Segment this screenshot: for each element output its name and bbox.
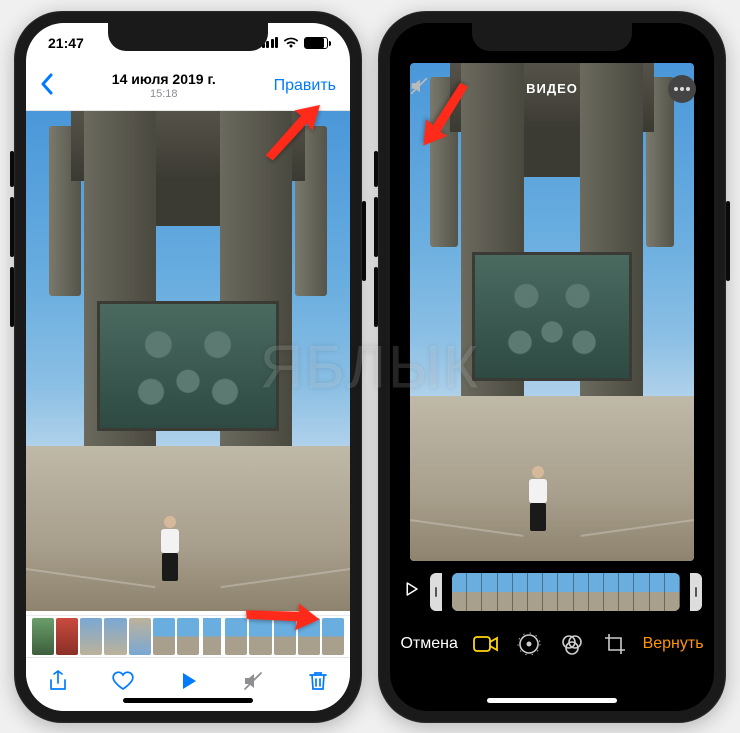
tool-filters[interactable] — [557, 629, 587, 659]
timeline-frame[interactable] — [558, 573, 573, 611]
play-icon — [176, 669, 200, 693]
nav-bar: 14 июля 2019 г. 15:18 Править — [26, 63, 350, 111]
play-button[interactable] — [175, 668, 201, 694]
trash-icon — [306, 669, 330, 693]
video-timeline[interactable] — [390, 571, 714, 613]
thumbnail[interactable] — [153, 618, 175, 655]
crop-icon — [603, 632, 627, 656]
play-icon — [402, 580, 420, 598]
tool-adjust[interactable] — [514, 629, 544, 659]
timeline-frame[interactable] — [467, 573, 482, 611]
notch — [472, 23, 632, 51]
delete-button[interactable] — [305, 668, 331, 694]
thumbnail[interactable] — [249, 618, 271, 655]
nav-title: 14 июля 2019 г. 15:18 — [112, 71, 216, 101]
back-button[interactable] — [40, 71, 54, 102]
thumbnail[interactable] — [32, 618, 54, 655]
trim-end-handle[interactable] — [690, 573, 702, 611]
timeline-frame[interactable] — [543, 573, 558, 611]
nav-date: 14 июля 2019 г. — [112, 71, 216, 88]
timeline-frame[interactable] — [604, 573, 619, 611]
video-preview[interactable] — [26, 111, 350, 611]
thumbnail[interactable] — [80, 618, 102, 655]
nav-subtime: 15:18 — [112, 88, 216, 101]
battery-icon — [304, 37, 328, 49]
timeline-frame[interactable] — [482, 573, 497, 611]
more-button[interactable] — [668, 75, 696, 103]
editor-toolbar: Отмена Вернуть — [390, 621, 714, 667]
thumbnail[interactable] — [177, 618, 199, 655]
timeline-play-button[interactable] — [402, 580, 420, 603]
edit-button[interactable]: Править — [274, 77, 336, 95]
wifi-icon — [283, 37, 299, 49]
thumbnail[interactable] — [322, 618, 344, 655]
like-button[interactable] — [110, 668, 136, 694]
screen-right: ВИДЕО Отмена — [390, 23, 714, 711]
thumbnail[interactable] — [56, 618, 78, 655]
thumbnail[interactable] — [129, 618, 151, 655]
status-time: 21:47 — [48, 35, 84, 51]
timeline-frame[interactable] — [619, 573, 634, 611]
mute-icon — [408, 75, 430, 97]
trim-start-handle[interactable] — [430, 573, 442, 611]
editor-title: ВИДЕО — [390, 81, 714, 96]
timeline-frame[interactable] — [513, 573, 528, 611]
screen-left: 21:47 14 июля 2019 г. 15:18 Править — [26, 23, 350, 711]
editor-topbar: ВИДЕО — [390, 67, 714, 111]
status-indicators — [262, 37, 329, 49]
timeline-frame[interactable] — [634, 573, 649, 611]
thumbnail-strip[interactable] — [26, 615, 350, 657]
timeline-frame[interactable] — [650, 573, 665, 611]
scene-illustration — [26, 111, 350, 611]
notch — [108, 23, 268, 51]
phone-left: 21:47 14 июля 2019 г. 15:18 Править — [14, 11, 362, 723]
heart-icon — [111, 669, 135, 693]
thumbnail[interactable] — [298, 618, 320, 655]
cancel-button[interactable]: Отмена — [400, 635, 457, 653]
timeline-frame[interactable] — [589, 573, 604, 611]
adjust-icon — [517, 632, 541, 656]
thumbnail[interactable] — [225, 618, 247, 655]
thumbnail[interactable] — [104, 618, 126, 655]
home-indicator[interactable] — [487, 698, 617, 703]
ellipsis-icon — [674, 87, 690, 91]
timeline-frame[interactable] — [452, 573, 467, 611]
tool-crop[interactable] — [600, 629, 630, 659]
timeline-frame[interactable] — [665, 573, 680, 611]
thumbnail[interactable] — [201, 615, 223, 656]
video-icon — [473, 634, 499, 654]
timeline-frames[interactable] — [452, 573, 680, 611]
mute-toggle[interactable] — [408, 75, 430, 102]
thumbnail[interactable] — [274, 618, 296, 655]
filters-icon — [560, 632, 584, 656]
scene-illustration — [410, 63, 694, 561]
share-icon — [46, 669, 70, 693]
share-button[interactable] — [45, 668, 71, 694]
timeline-frame[interactable] — [574, 573, 589, 611]
phone-right: ВИДЕО Отмена — [378, 11, 726, 723]
revert-button[interactable]: Вернуть — [643, 635, 704, 653]
mute-icon — [241, 669, 265, 693]
chevron-left-icon — [40, 73, 54, 95]
editor-preview[interactable] — [410, 63, 694, 561]
timeline-frame[interactable] — [528, 573, 543, 611]
mute-button[interactable] — [240, 668, 266, 694]
timeline-frame[interactable] — [498, 573, 513, 611]
tool-video[interactable] — [471, 629, 501, 659]
home-indicator[interactable] — [123, 698, 253, 703]
